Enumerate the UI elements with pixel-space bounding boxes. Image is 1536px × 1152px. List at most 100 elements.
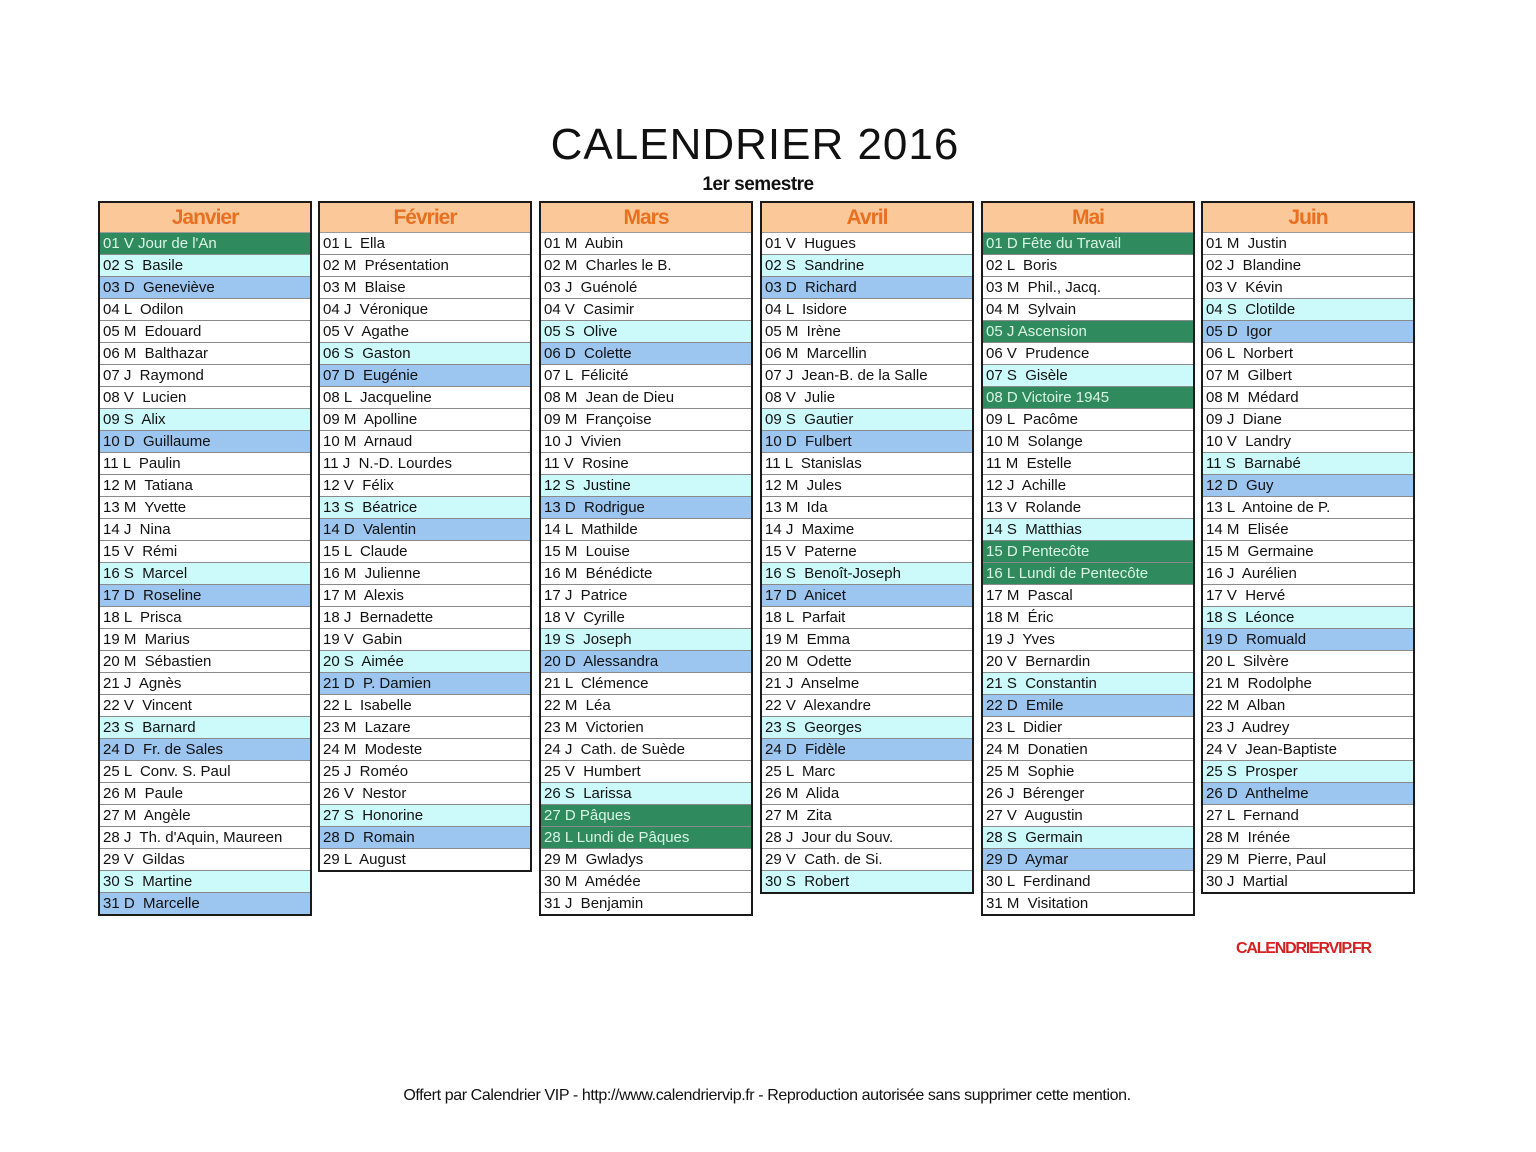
day-row: 13 L Antoine de P. xyxy=(1203,497,1413,519)
day-row: 19 M Emma xyxy=(762,629,972,651)
day-row: 21 L Clémence xyxy=(541,673,751,695)
day-row: 25 L Conv. S. Paul xyxy=(100,761,310,783)
day-row: 11 M Estelle xyxy=(983,453,1193,475)
holiday-row: 01 V Jour de l'An xyxy=(100,233,310,255)
day-row: 18 V Cyrille xyxy=(541,607,751,629)
saturday-row: 02 S Sandrine xyxy=(762,255,972,277)
day-row: 29 M Pierre, Paul xyxy=(1203,849,1413,871)
day-row: 03 J Guénolé xyxy=(541,277,751,299)
sunday-row: 05 D Igor xyxy=(1203,321,1413,343)
day-row: 06 M Marcellin xyxy=(762,343,972,365)
sunday-row: 20 D Alessandra xyxy=(541,651,751,673)
day-row: 12 V Félix xyxy=(320,475,530,497)
day-row: 27 M Zita xyxy=(762,805,972,827)
day-row: 20 L Silvère xyxy=(1203,651,1413,673)
sunday-row: 29 D Aymar xyxy=(983,849,1193,871)
month-column-avril: Avril 01 V Hugues 02 S Sandrine 03 D Richa… xyxy=(760,201,974,894)
day-row: 25 V Humbert xyxy=(541,761,751,783)
holiday-row: 05 J Ascension xyxy=(983,321,1193,343)
saturday-row: 06 S Gaston xyxy=(320,343,530,365)
day-row: 22 L Isabelle xyxy=(320,695,530,717)
day-row: 06 V Prudence xyxy=(983,343,1193,365)
brand-logo-text: CALENDRIERVIP.FR xyxy=(1236,940,1372,957)
saturday-row: 09 S Alix xyxy=(100,409,310,431)
saturday-row: 23 S Barnard xyxy=(100,717,310,739)
sunday-row: 12 D Guy xyxy=(1203,475,1413,497)
day-row: 13 M Yvette xyxy=(100,497,310,519)
day-row: 24 M Modeste xyxy=(320,739,530,761)
day-row: 26 J Bérenger xyxy=(983,783,1193,805)
saturday-row: 09 S Gautier xyxy=(762,409,972,431)
day-row: 01 L Ella xyxy=(320,233,530,255)
day-row: 17 V Hervé xyxy=(1203,585,1413,607)
day-row: 17 M Alexis xyxy=(320,585,530,607)
day-row: 30 M Amédée xyxy=(541,871,751,893)
day-row: 20 M Sébastien xyxy=(100,651,310,673)
sunday-row: 21 D P. Damien xyxy=(320,673,530,695)
day-row: 24 V Jean-Baptiste xyxy=(1203,739,1413,761)
page-title: CALENDRIER 2016 xyxy=(550,120,960,169)
day-row: 11 V Rosine xyxy=(541,453,751,475)
day-row: 03 M Blaise xyxy=(320,277,530,299)
day-row: 31 M Visitation xyxy=(986,895,1089,912)
day-row: 02 M Charles le B. xyxy=(541,255,751,277)
day-row: 31 J Benjamin xyxy=(544,895,644,912)
day-row: 13 M Ida xyxy=(762,497,972,519)
day-row: 07 J Raymond xyxy=(100,365,310,387)
day-row: 04 J Véronique xyxy=(320,299,530,321)
sunday-row: 17 D Roseline xyxy=(100,585,310,607)
day-row: 12 M Jules xyxy=(762,475,972,497)
day-row: 07 M Gilbert xyxy=(1203,365,1413,387)
saturday-row: 26 S Larissa xyxy=(541,783,751,805)
day-row: 23 M Victorien xyxy=(541,717,751,739)
day-row: 18 L Prisca xyxy=(100,607,310,629)
day-list: 01 V Jour de l'An 02 S Basile 03 D Geneviè… xyxy=(100,233,310,914)
day-list: 01 M Aubin 02 M Charles le B. 03 J Guénolé… xyxy=(541,233,751,914)
day-row: 27 L Fernand xyxy=(1203,805,1413,827)
day-row: 27 V Augustin xyxy=(983,805,1193,827)
saturday-row: 23 S Georges xyxy=(762,717,972,739)
month-column-janvier: Janvier 01 V Jour de l'An 02 S Basile 03 D… xyxy=(98,201,312,916)
sunday-row: 13 D Rodrigue xyxy=(541,497,751,519)
saturday-row: 30 S Martine xyxy=(100,871,310,893)
month-column-mars: Mars 01 M Aubin 02 M Charles le B. 03 J Gu… xyxy=(539,201,753,916)
day-row: 29 M Gwladys xyxy=(541,849,751,871)
day-row: 12 M Tatiana xyxy=(100,475,310,497)
day-row: 16 M Julienne xyxy=(320,563,530,585)
day-row: 05 M Irène xyxy=(762,321,972,343)
day-row: 23 L Didier xyxy=(983,717,1193,739)
saturday-row: 07 S Gisèle xyxy=(983,365,1193,387)
day-row: 30 L Ferdinand xyxy=(983,871,1193,893)
day-list: 01 D Fête du Travail 02 L Boris 03 M Phil.… xyxy=(983,233,1193,914)
day-row: 19 J Yves xyxy=(983,629,1193,651)
day-row: 18 L Parfait xyxy=(762,607,972,629)
sunday-row: 14 D Valentin xyxy=(320,519,530,541)
day-row: 27 M Angèle xyxy=(100,805,310,827)
month-header: Mars xyxy=(541,203,751,233)
day-row: 10 M Solange xyxy=(983,431,1193,453)
day-row: 23 M Lazare xyxy=(320,717,530,739)
day-row: 08 M Médard xyxy=(1203,387,1413,409)
holiday-row: 15 D Pentecôte xyxy=(983,541,1193,563)
day-row: 03 M Phil., Jacq. xyxy=(983,277,1193,299)
day-row: 01 M Justin xyxy=(1203,233,1413,255)
saturday-row: 11 S Barnabé xyxy=(1203,453,1413,475)
day-row: 04 V Casimir xyxy=(541,299,751,321)
day-row: 19 M Marius xyxy=(100,629,310,651)
sunday-row: 28 D Romain xyxy=(320,827,530,849)
day-row: 09 L Pacôme xyxy=(983,409,1193,431)
holiday-row: 08 D Victoire 1945 xyxy=(983,387,1193,409)
page-subtitle: 1er semestre xyxy=(702,174,814,195)
day-row: 10 J Vivien xyxy=(541,431,751,453)
sunday-row: 10 D Fulbert xyxy=(762,431,972,453)
month-header: Février xyxy=(320,203,530,233)
day-row: 16 J Aurélien xyxy=(1203,563,1413,585)
saturday-row: 19 S Joseph xyxy=(541,629,751,651)
day-row: 15 V Paterne xyxy=(762,541,972,563)
day-row: 29 V Gildas xyxy=(100,849,310,871)
day-row: 20 V Bernardin xyxy=(983,651,1193,673)
day-row: 03 V Kévin xyxy=(1203,277,1413,299)
saturday-row: 14 S Matthias xyxy=(983,519,1193,541)
day-row: 15 M Louise xyxy=(541,541,751,563)
day-row: 13 V Rolande xyxy=(983,497,1193,519)
